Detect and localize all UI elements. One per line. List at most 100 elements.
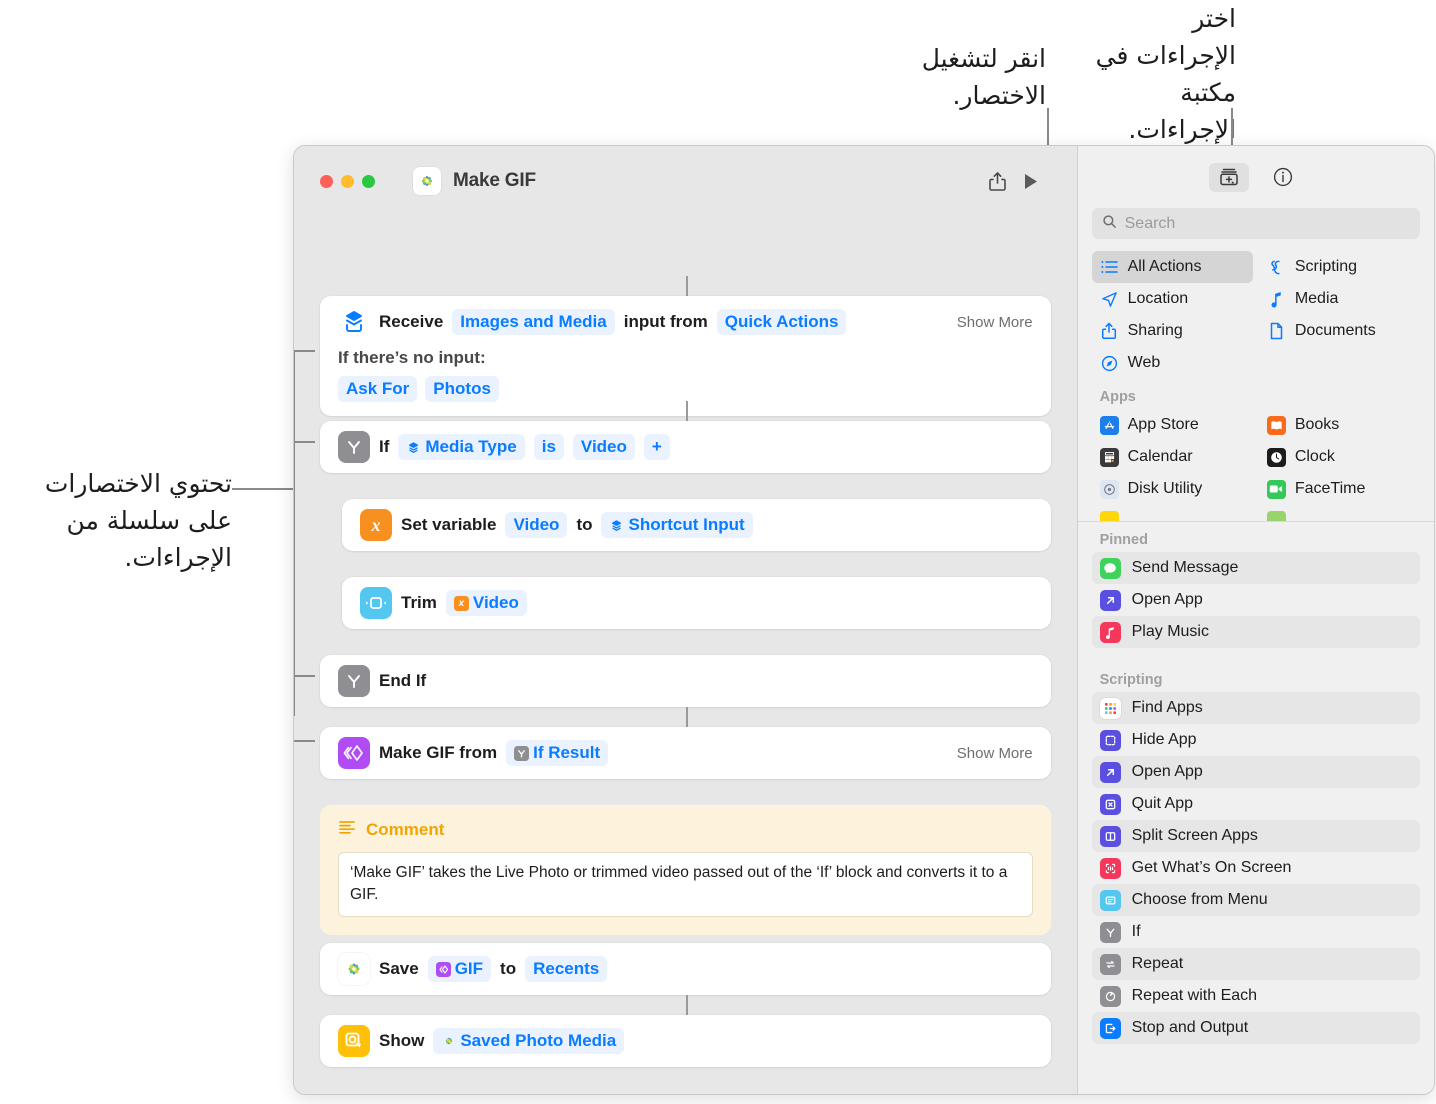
sidebar-item-sharing[interactable]: Sharing (1092, 315, 1253, 347)
sidebar-item-hide-app[interactable]: Hide App (1092, 724, 1420, 756)
repeat-each-icon (1100, 986, 1121, 1007)
sidebar-item-label: FaceTime (1295, 480, 1366, 498)
sidebar-item-find-apps[interactable]: Find Apps (1092, 692, 1420, 724)
token-variable-name[interactable]: Video (505, 512, 567, 538)
token-saved-photo-media[interactable]: Saved Photo Media (433, 1028, 624, 1054)
close-button[interactable] (320, 175, 333, 188)
photos-variable-icon (441, 1034, 456, 1049)
sidebar-item-app-store[interactable]: App Store (1092, 409, 1253, 441)
token-media-type-label: Media Type (425, 437, 516, 457)
sidebar-item-label: Books (1295, 416, 1339, 434)
split-screen-icon (1100, 826, 1121, 847)
token-if-result[interactable]: If Result (506, 740, 608, 766)
share-icon[interactable] (981, 166, 1015, 196)
sidebar-item-web[interactable]: Web (1092, 347, 1253, 379)
action-card-if[interactable]: If Media Type is (320, 421, 1051, 473)
sidebar-item-open-app-scripting[interactable]: Open App (1092, 756, 1420, 788)
show-more-make-gif[interactable]: Show More (957, 745, 1033, 762)
sidebar-item-get-whats-on-screen[interactable]: Get What’s On Screen (1092, 852, 1420, 884)
sidebar-item-if[interactable]: If (1092, 916, 1420, 948)
search-input[interactable] (1125, 215, 1410, 233)
no-input-label: If there’s no input: (320, 348, 1051, 370)
token-input-type[interactable]: Images and Media (452, 309, 614, 335)
comment-body-text[interactable]: ‘Make GIF’ takes the Live Photo or trimm… (338, 852, 1033, 917)
play-icon[interactable] (1015, 166, 1049, 196)
sidebar-item-calculator[interactable]: Calendar (1092, 441, 1253, 473)
token-value-video[interactable]: Video (573, 434, 635, 460)
sidebar-item-label (1295, 511, 1299, 521)
menu-icon (1100, 890, 1121, 911)
action-card-end-if[interactable]: End If (320, 655, 1051, 707)
trim-media-icon (360, 587, 392, 619)
sidebar-item-label: Clock (1295, 448, 1335, 466)
bracket-outer-tick-bottom (293, 740, 295, 742)
sidebar-item-media[interactable]: Media (1259, 283, 1420, 315)
if-branch-icon (514, 746, 529, 761)
action-card-save[interactable]: Save GIF to Recents (320, 943, 1051, 995)
sidebar-item-location[interactable]: Location (1092, 283, 1253, 315)
action-card-receive[interactable]: Receive Images and Media input from Quic… (320, 296, 1051, 416)
sidebar-item-label: Open App (1132, 763, 1203, 781)
sidebar-item-label: Repeat (1132, 955, 1184, 973)
action-if-row: If Media Type is (320, 421, 1051, 473)
sidebar-item-all-actions[interactable]: All Actions (1092, 251, 1253, 283)
token-trim-variable[interactable]: x Video (446, 590, 527, 616)
open-app-icon (1100, 590, 1121, 611)
action-library-icon[interactable] (1209, 163, 1249, 192)
token-ask-for[interactable]: Ask For (338, 376, 417, 402)
action-receive-row: Receive Images and Media input from Quic… (320, 296, 1051, 348)
sidebar-item-facetime[interactable]: FaceTime (1259, 473, 1420, 505)
sidebar-item-open-app-pinned[interactable]: Open App (1092, 584, 1420, 616)
stop-output-icon (1100, 1018, 1121, 1039)
sidebar-item-repeat[interactable]: Repeat (1092, 948, 1420, 980)
pinned-group-label: Pinned (1078, 522, 1434, 552)
variable-x-icon: x (454, 596, 469, 611)
sidebar-item-quit-app[interactable]: Quit App (1092, 788, 1420, 820)
maximize-button[interactable] (362, 175, 375, 188)
action-end-if-label: End If (379, 671, 426, 691)
search-field[interactable] (1092, 208, 1420, 239)
token-input-source[interactable]: Quick Actions (717, 309, 847, 335)
action-trim-label: Trim (401, 593, 437, 613)
token-album-recents[interactable]: Recents (525, 956, 607, 982)
bracket-tick-makegif (293, 740, 315, 742)
action-save-row: Save GIF to Recents (320, 943, 1051, 995)
token-gif-label: GIF (455, 959, 483, 979)
sidebar-item-repeat-with-each[interactable]: Repeat with Each (1092, 980, 1420, 1012)
token-media-type[interactable]: Media Type (398, 434, 524, 460)
token-shortcut-input[interactable]: Shortcut Input (601, 512, 752, 538)
find-apps-icon (1100, 698, 1121, 719)
token-photos[interactable]: Photos (425, 376, 499, 402)
sidebar-item-scripting[interactable]: Scripting (1259, 251, 1420, 283)
magic-variable-icon (609, 518, 624, 533)
action-card-trim[interactable]: Trim x Video (342, 577, 1051, 629)
sidebar-item-send-message[interactable]: Send Message (1092, 552, 1420, 584)
magic-variable-icon (406, 440, 421, 455)
action-card-make-gif[interactable]: Make GIF from If Result Show More (320, 727, 1051, 779)
action-card-set-variable[interactable]: x Set variable Video to (342, 499, 1051, 551)
sidebar-item-label: Web (1128, 354, 1161, 372)
sidebar-item-stop-and-output[interactable]: Stop and Output (1092, 1012, 1420, 1044)
show-more-receive[interactable]: Show More (957, 314, 1033, 331)
sidebar-toolbar (1078, 146, 1434, 208)
sidebar-item-clock[interactable]: Clock (1259, 441, 1420, 473)
action-receive-mid: input from (624, 312, 708, 332)
sidebar-item-clipped[interactable] (1092, 505, 1253, 521)
sidebar-item-books[interactable]: Books (1259, 409, 1420, 441)
token-operator-is[interactable]: is (534, 434, 564, 460)
app-icon (1267, 511, 1286, 522)
comment-card[interactable]: Comment ‘Make GIF’ takes the Live Photo … (320, 805, 1051, 935)
minimize-button[interactable] (341, 175, 354, 188)
sidebar-item-documents[interactable]: Documents (1259, 315, 1420, 347)
sidebar-item-split-screen-apps[interactable]: Split Screen Apps (1092, 820, 1420, 852)
sidebar-item-play-music[interactable]: Play Music (1092, 616, 1420, 648)
screen-capture-icon (1100, 858, 1121, 879)
info-icon[interactable] (1263, 163, 1303, 192)
add-condition-button[interactable]: + (644, 434, 670, 460)
action-card-show[interactable]: Show (320, 1015, 1051, 1067)
sidebar-item-clipped[interactable] (1259, 505, 1420, 521)
callout-library-text: اختر الإجراءات في مكتبة الإجراءات. (1096, 4, 1236, 144)
sidebar-item-choose-from-menu[interactable]: Choose from Menu (1092, 884, 1420, 916)
token-gif[interactable]: GIF (428, 956, 491, 982)
sidebar-item-disk-utility[interactable]: Disk Utility (1092, 473, 1253, 505)
